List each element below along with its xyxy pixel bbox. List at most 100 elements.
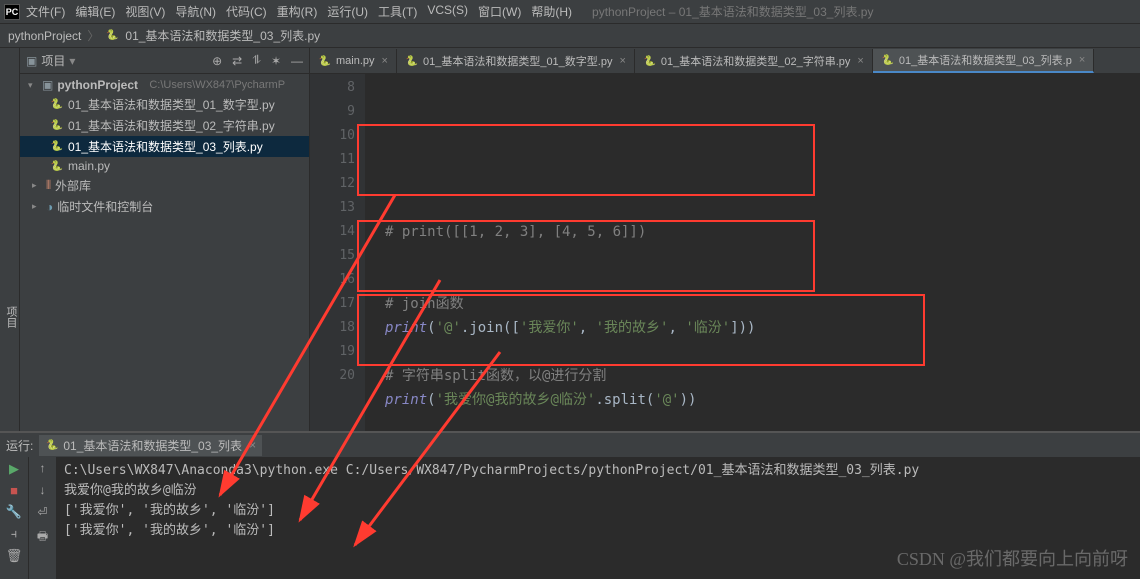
project-root-row[interactable]: ▾ ▣ pythonProject C:\Users\WX847\Pycharm… [20, 76, 309, 94]
run-tab-label: 01_基本语法和数据类型_03_列表 [63, 437, 242, 454]
wrap-icon[interactable]: ⏎ [37, 505, 47, 519]
console-line: ['我爱你', '我的故乡', '临汾'] [64, 521, 1132, 541]
file-name: 01_基本语法和数据类型_02_字符串.py [68, 117, 275, 134]
external-libs-label: 外部库 [55, 177, 91, 194]
python-file-icon: 🐍 [643, 54, 657, 68]
expand-icon[interactable]: ▸ [32, 180, 42, 191]
menu-item[interactable]: 窗口(W) [478, 3, 521, 20]
run-header: 运行: 🐍 01_基本语法和数据类型_03_列表 × [0, 433, 1140, 457]
close-icon[interactable]: × [1079, 54, 1085, 66]
python-file-icon: 🐍 [50, 140, 64, 154]
close-icon[interactable]: × [249, 438, 256, 452]
settings-icon[interactable]: 🔧 [6, 504, 22, 520]
python-file-icon: 🐍 [45, 438, 59, 452]
scratches-row[interactable]: ▸ ◑ 临时文件和控制台 [20, 196, 309, 217]
menu-item[interactable]: 文件(F) [26, 3, 65, 20]
stop-icon[interactable]: ■ [10, 483, 18, 498]
menu-item[interactable]: 视图(V) [125, 3, 165, 20]
file-row[interactable]: 🐍 01_基本语法和数据类型_02_字符串.py [20, 115, 309, 136]
file-row[interactable]: 🐍 main.py [20, 157, 309, 175]
external-libs-row[interactable]: ▸ ⫴ 外部库 [20, 175, 309, 196]
main-menu: 文件(F) 编辑(E) 视图(V) 导航(N) 代码(C) 重构(R) 运行(U) 工具(T)… [26, 3, 572, 20]
sidebar-action-icon[interactable]: ⥮ [252, 53, 261, 68]
highlight-box-1 [357, 124, 815, 196]
expand-icon[interactable]: ▾ [28, 80, 38, 91]
print-icon[interactable]: 🖶 [37, 527, 48, 548]
breadcrumb-file[interactable]: 01_基本语法和数据类型_03_列表.py [125, 27, 320, 44]
python-file-icon: 🐍 [50, 119, 64, 133]
code-line[interactable] [385, 244, 1140, 268]
code-line[interactable]: print('@'.join(['我爱你', '我的故乡', '临汾'])) [385, 316, 1140, 340]
sidebar-action-icon[interactable]: ⊕ [212, 54, 222, 68]
run-panel: 运行: 🐍 01_基本语法和数据类型_03_列表 × ▶ ■ 🔧 ⫞ 🗑 ↑ ↓… [0, 431, 1140, 579]
python-file-icon: 🐍 [50, 98, 64, 112]
project-icon: ▣ [26, 54, 37, 68]
python-file-icon: 🐍 [318, 54, 332, 68]
python-file-icon: 🐍 [50, 159, 64, 173]
console-line: ['我爱你', '我的故乡', '临汾'] [64, 501, 1132, 521]
run-toolbar-sub: ↑ ↓ ⏎ 🖶 [28, 457, 56, 579]
file-row[interactable]: 🐍01_基本语法和数据类型_01_数字型.py [20, 94, 309, 115]
sidebar-title: 项目 [41, 52, 65, 69]
breadcrumb-root[interactable]: pythonProject [8, 29, 81, 43]
editor-tab[interactable]: 🐍 01_基本语法和数据类型_02_字符串.py × [635, 49, 873, 73]
title-bar: PC 文件(F)编辑(E)视图(V)导航(N)代码(C)重构(R)运行(U)工具… [0, 0, 1140, 24]
code-line[interactable]: # print([[1, 2, 3], [4, 5, 6]]) [385, 220, 1140, 244]
console-line: 我爱你@我的故乡@临汾 [64, 481, 1132, 501]
scratches-icon: ◑ [46, 200, 53, 214]
close-icon[interactable]: × [857, 55, 863, 67]
code-line[interactable]: # 字符串split函数，以@进行分割 [385, 364, 1140, 388]
scratches-label: 临时文件和控制台 [57, 198, 153, 215]
editor-tab[interactable]: 🐍01_基本语法和数据类型_01_数字型.py× [397, 49, 635, 73]
run-icon[interactable]: ▶ [9, 461, 19, 477]
down-icon[interactable]: ↓ [40, 483, 46, 497]
menu-item[interactable]: 代码(C) [226, 3, 267, 20]
file-name: 01_基本语法和数据类型_03_列表.py [68, 138, 263, 155]
tab-label: 01_基本语法和数据类型_01_数字型.py [423, 53, 613, 69]
trash-icon[interactable]: 🗑 [6, 548, 23, 564]
editor-tab[interactable]: 🐍01_基本语法和数据类型_03_列表.p× [873, 49, 1094, 73]
sidebar-action-icon[interactable]: — [291, 54, 303, 68]
tab-label: main.py [336, 55, 375, 67]
tab-label: 01_基本语法和数据类型_02_字符串.py [661, 53, 851, 69]
sidebar-header: ▣ 项目 ▾ ⊕ ⇄ ⥮ ✶ — [20, 48, 309, 74]
breadcrumb: pythonProject 〉 🐍 01_基本语法和数据类型_03_列表.py [0, 24, 1140, 48]
run-body: ▶ ■ 🔧 ⫞ 🗑 ↑ ↓ ⏎ 🖶 C:\Users\WX847\Anacond… [0, 457, 1140, 579]
code-line[interactable] [385, 268, 1140, 292]
file-row[interactable]: 🐍 01_基本语法和数据类型_03_列表.py [20, 136, 309, 157]
file-name: main.py [68, 159, 110, 173]
close-icon[interactable]: × [382, 55, 388, 67]
tab-label: 01_基本语法和数据类型_03_列表.p [899, 52, 1072, 68]
code-line[interactable]: # join函数 [385, 292, 1140, 316]
libs-icon: ⫴ [46, 178, 51, 193]
code-line[interactable] [385, 340, 1140, 364]
code-line[interactable]: print('我爱你@我的故乡@临汾'.split('@')) [385, 388, 1140, 412]
sidebar-action-icon[interactable]: ⇄ [232, 54, 242, 68]
close-icon[interactable]: × [619, 55, 625, 67]
menu-item[interactable]: 导航(N) [175, 3, 216, 20]
chevron-right-icon: 〉 [87, 27, 99, 44]
menu-item[interactable]: 重构(R) [277, 3, 318, 20]
project-tree: ▾ ▣ pythonProject C:\Users\WX847\Pycharm… [20, 74, 309, 219]
run-toolbar-left: ▶ ■ 🔧 ⫞ 🗑 [0, 457, 28, 579]
menu-item[interactable]: 运行(U) [327, 3, 368, 20]
layout-icon[interactable]: ⫞ [11, 526, 18, 542]
expand-icon[interactable]: ▸ [32, 201, 42, 212]
python-file-icon: 🐍 [105, 29, 119, 43]
project-path: C:\Users\WX847\PycharmP [149, 79, 285, 91]
folder-icon: ▣ [42, 78, 53, 92]
menu-item[interactable]: 帮助(H) [531, 3, 572, 20]
dropdown-icon[interactable]: ▾ [69, 54, 75, 68]
run-label: 运行: [6, 437, 33, 454]
window-title: pythonProject – 01_基本语法和数据类型_03_列表.py [592, 3, 873, 20]
console-output[interactable]: C:\Users\WX847\Anaconda3\python.exe C:/U… [56, 457, 1140, 579]
editor-tab[interactable]: 🐍 main.py × [310, 49, 397, 73]
run-tab[interactable]: 🐍 01_基本语法和数据类型_03_列表 × [39, 435, 262, 456]
editor-tabs: 🐍main.py×🐍01_基本语法和数据类型_01_数字型.py×🐍01_基本语… [310, 48, 1140, 74]
menu-item[interactable]: 编辑(E) [75, 3, 115, 20]
sidebar-action-icon[interactable]: ✶ [271, 54, 281, 68]
menu-item[interactable]: 工具(T) [378, 3, 417, 20]
menu-item[interactable]: VCS(S) [427, 3, 468, 20]
project-name: pythonProject [57, 78, 138, 92]
up-icon[interactable]: ↑ [40, 461, 46, 475]
